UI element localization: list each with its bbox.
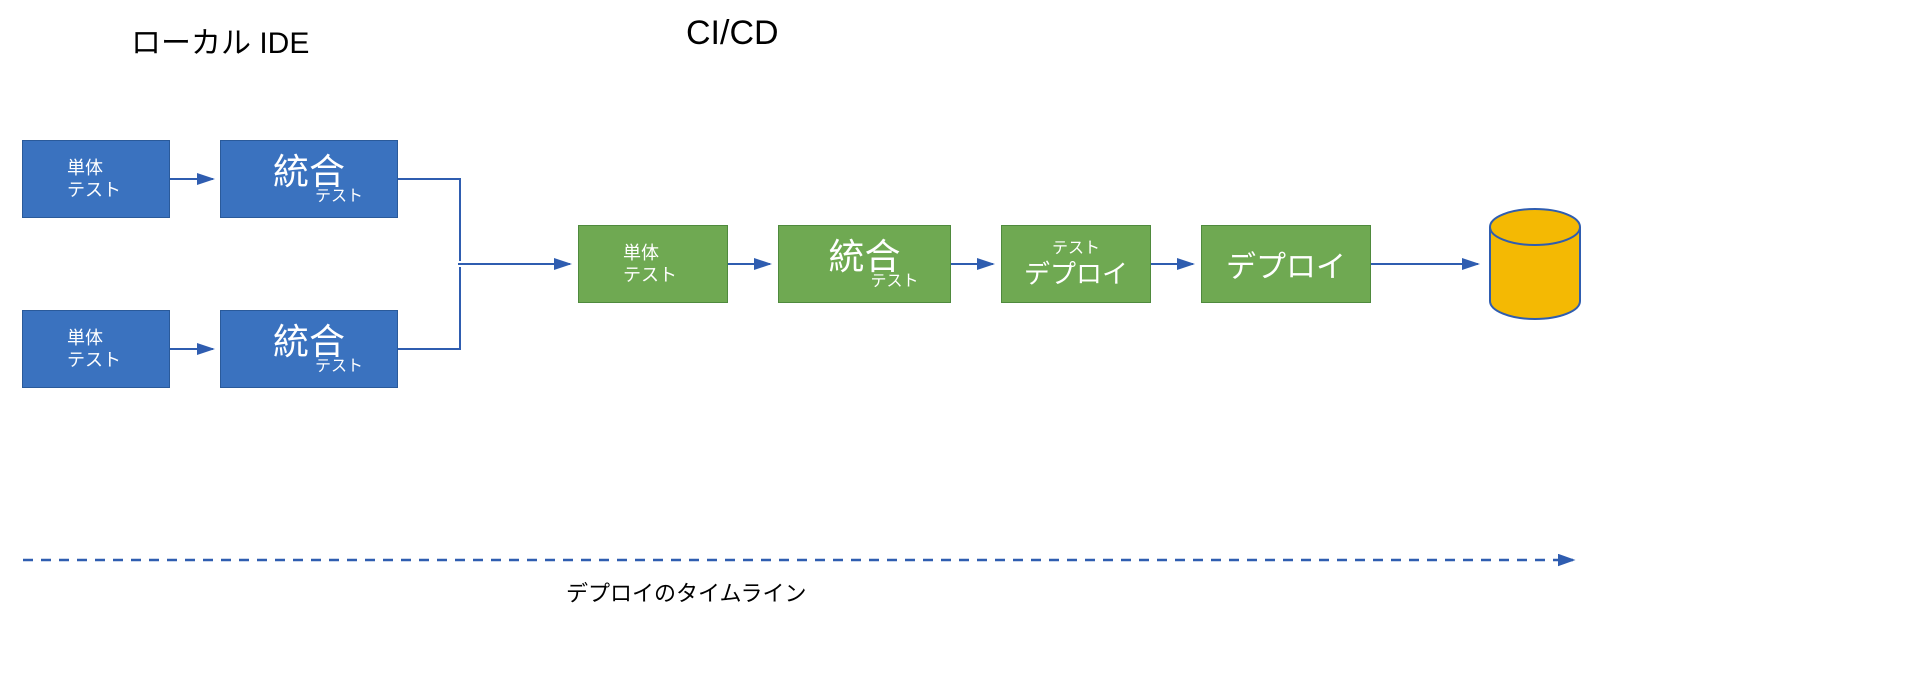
text-unit: 単体 xyxy=(67,157,103,180)
box-ci-unit: 単体 テスト xyxy=(578,225,728,303)
heading-local-ide: ローカル IDE xyxy=(131,18,309,62)
box-local-unit-2: 単体 テスト xyxy=(22,310,170,388)
text-integration: 統合 xyxy=(273,324,345,360)
text-deploy: デプロイ xyxy=(1024,260,1128,289)
heading-ci-cd: CI/CD xyxy=(686,14,779,53)
text-integration: 統合 xyxy=(273,154,345,190)
text-unit: 単体 xyxy=(623,242,659,265)
text-integration: 統合 xyxy=(828,239,900,275)
box-ci-test-deploy: テスト デプロイ xyxy=(1001,225,1151,303)
timeline-label: デプロイのタイムライン xyxy=(566,576,806,608)
text-test: テスト xyxy=(67,179,121,202)
box-local-int-2: 統合 テスト xyxy=(220,310,398,388)
text-test: テスト xyxy=(67,349,121,372)
text-test: テスト xyxy=(315,359,363,375)
text-test: テスト xyxy=(1052,239,1100,260)
arrow-merge-top xyxy=(398,179,460,261)
text-unit: 単体 xyxy=(67,327,103,350)
box-ci-deploy: デプロイ xyxy=(1201,225,1371,303)
box-ci-int: 統合 テスト xyxy=(778,225,951,303)
text-test: テスト xyxy=(870,274,918,290)
arrow-merge-bottom xyxy=(398,267,460,349)
box-local-int-1: 統合 テスト xyxy=(220,140,398,218)
box-local-unit-1: 単体 テスト xyxy=(22,140,170,218)
text-test: テスト xyxy=(315,189,363,205)
database-cylinder xyxy=(1490,209,1580,319)
text-deploy: デプロイ xyxy=(1226,242,1346,286)
text-test: テスト xyxy=(623,264,677,287)
